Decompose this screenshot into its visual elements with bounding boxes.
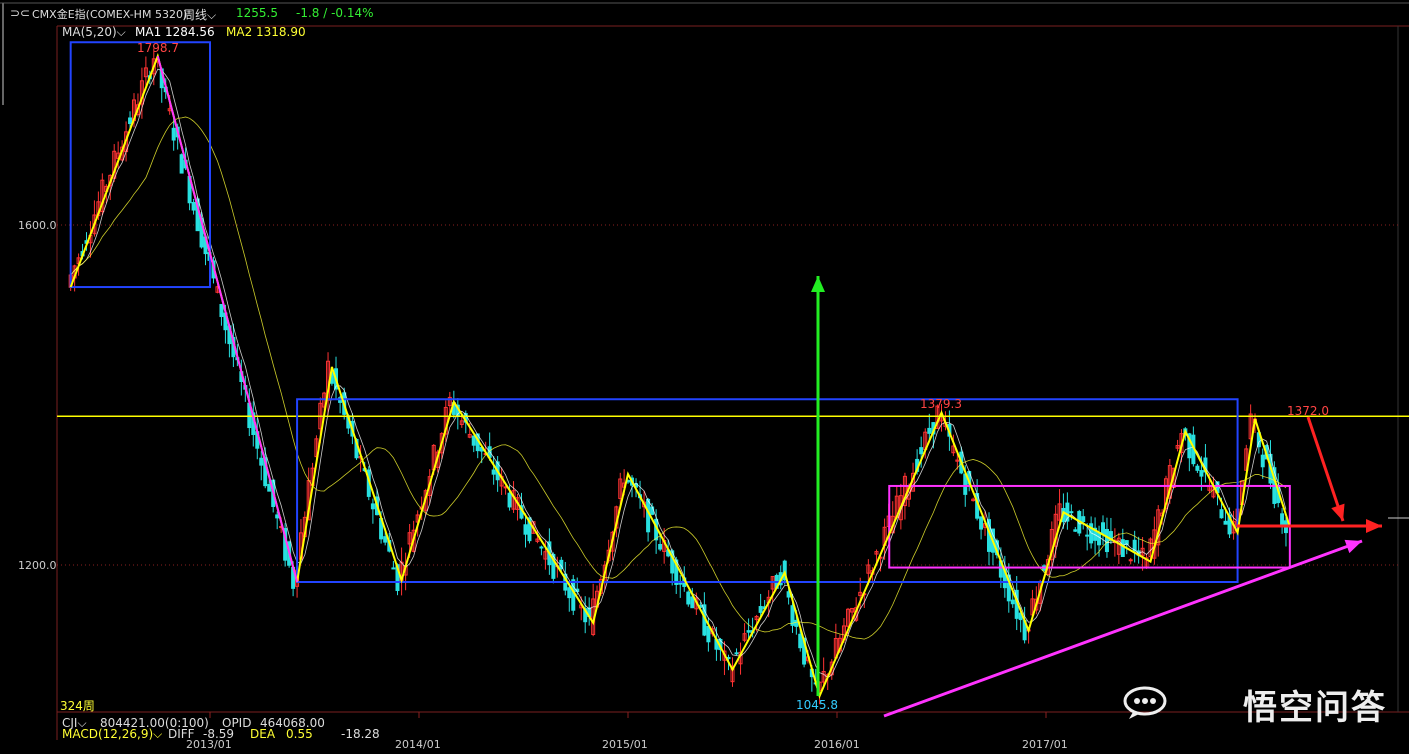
candle-body <box>275 514 280 519</box>
y-tick-label: 1600.0 <box>18 219 57 232</box>
candle-body <box>658 543 663 550</box>
chevron-down-icon: ⌵ <box>116 25 126 39</box>
candle-body <box>523 524 528 535</box>
candle-body <box>1081 516 1086 523</box>
candle-body <box>979 516 984 530</box>
candle-body <box>539 546 544 549</box>
macd-label: MACD(12,26,9) <box>62 727 154 741</box>
macd-selector[interactable]: MACD(12,26,9)⌵ <box>62 727 162 742</box>
candle-body <box>794 619 799 627</box>
pullback-arrow <box>1306 416 1345 522</box>
candle-body <box>1223 520 1228 525</box>
x-tick-label: 2016/01 <box>814 738 860 751</box>
candle-body <box>370 503 375 510</box>
zigzag-line <box>69 52 1291 700</box>
y-tick-label: 1200.0 <box>18 559 57 572</box>
candle-body <box>491 469 496 475</box>
candle-body <box>179 154 184 174</box>
candle-body <box>1128 559 1133 562</box>
price-change: -1.8 / -0.14% <box>296 6 374 20</box>
candle-body <box>171 127 176 141</box>
candle-body <box>1199 470 1204 477</box>
last-price: 1255.5 <box>236 6 278 20</box>
breakout-arrow-head <box>811 276 825 292</box>
low-price-label: 1045.8 <box>796 698 838 712</box>
candle-body <box>690 596 695 609</box>
range-box <box>296 398 1239 583</box>
chevron-down-icon: ⌵ <box>207 8 217 22</box>
candle-body <box>746 630 751 633</box>
symbol-link-icon[interactable]: ⊃⊂ <box>10 6 30 20</box>
candle-body <box>650 506 655 515</box>
candle-body <box>1260 454 1265 468</box>
candle-body <box>1085 534 1090 537</box>
chevron-down-icon: ⌵ <box>153 727 163 741</box>
peak-price-label: 1379.3 <box>920 397 962 411</box>
candle-body <box>790 605 795 626</box>
candle-body <box>191 201 196 211</box>
dea-value: 0.55 <box>286 727 313 741</box>
candle-body <box>1195 465 1200 471</box>
macd-value: -18.28 <box>341 727 380 741</box>
x-tick-label: 2014/01 <box>395 738 441 751</box>
ma2-line <box>70 116 1287 640</box>
x-tick-label: 2015/01 <box>602 738 648 751</box>
candle-body <box>1101 522 1105 535</box>
candle-body <box>567 587 572 599</box>
candle-body <box>1010 599 1015 605</box>
diff-value: -8.59 <box>203 727 235 741</box>
ma1-line <box>70 68 1287 679</box>
speech-bubble-icon <box>1123 686 1167 719</box>
candle-body <box>734 652 739 655</box>
ma-label: MA(5,20) <box>62 25 117 39</box>
diff-label: DIFF <box>168 727 195 741</box>
candle-body <box>128 117 133 125</box>
candle-body <box>1280 513 1285 527</box>
candle-body <box>927 427 932 434</box>
candle-body <box>798 633 803 649</box>
recent-high-label: 1372.0 <box>1287 404 1329 418</box>
candle-body <box>1073 529 1078 532</box>
candle-body <box>706 625 711 643</box>
candle-body <box>219 304 224 318</box>
ma1-value: MA1 1284.56 <box>135 25 215 39</box>
downtrend-line <box>156 55 299 583</box>
candle-body <box>919 447 924 455</box>
uptrend-arrow-head <box>1344 539 1362 554</box>
candle-body <box>383 536 388 543</box>
candle-body <box>391 567 396 570</box>
dea-label: DEA <box>250 727 276 741</box>
candle-body <box>1219 509 1224 519</box>
period-label: 周线 <box>183 8 208 22</box>
x-tick-label: 2017/01 <box>1022 738 1068 751</box>
candle-body <box>1120 539 1125 558</box>
candle-body <box>259 457 264 466</box>
candle-body <box>758 606 763 613</box>
price-chart[interactable] <box>0 0 1409 754</box>
candle-body <box>507 492 512 508</box>
candle-body <box>267 483 272 492</box>
candle-body <box>1097 532 1102 546</box>
ma2-value: MA2 1318.90 <box>226 25 306 39</box>
candle-body <box>471 435 476 446</box>
high-price-label: 1798.7 <box>137 41 179 55</box>
range-box <box>69 41 211 289</box>
pullback-arrow-head <box>1331 503 1345 521</box>
candle-body <box>1104 528 1109 553</box>
candle-body <box>1069 511 1074 514</box>
candle-body <box>686 591 691 605</box>
watermark-text: 悟空问答 <box>1243 688 1387 728</box>
period-selector[interactable]: 周线⌵ <box>183 6 216 23</box>
bar-count: 324周 <box>60 699 95 713</box>
symbol-name: CMX金E指(COMEX-HM 5320) <box>32 8 188 21</box>
support-arrow-head <box>1366 519 1382 533</box>
ma-indicator-selector[interactable]: MA(5,20)⌵ <box>62 25 126 40</box>
